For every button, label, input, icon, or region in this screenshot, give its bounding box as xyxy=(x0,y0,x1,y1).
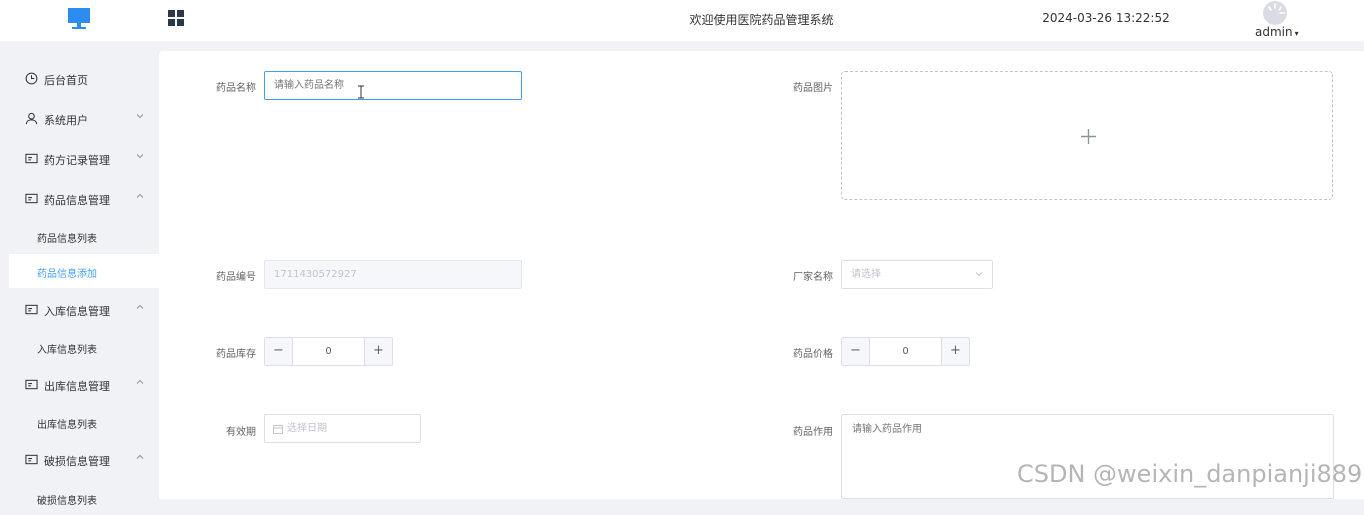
sidebar-item-label: 入库信息管理 xyxy=(44,305,110,318)
grid-icon[interactable] xyxy=(168,10,184,26)
expiry-date-picker[interactable]: 选择日期 xyxy=(264,414,421,443)
sidebar-item-label: 系统用户 xyxy=(44,114,88,127)
caret-down-icon: ▾ xyxy=(1294,29,1299,38)
sidebar-item-drug-info[interactable]: 药品信息管理 xyxy=(0,180,159,218)
sidebar-item-damage[interactable]: 破损信息管理 xyxy=(0,441,159,479)
vendor-select[interactable]: 请选择 xyxy=(841,260,993,289)
username: admin xyxy=(1255,25,1293,39)
user-dropdown[interactable]: admin ▾ xyxy=(1255,25,1299,39)
vendor-placeholder: 请选择 xyxy=(851,269,881,280)
sidebar-subitem-drug-list[interactable]: 药品信息列表 xyxy=(9,219,159,253)
name-label: 药品名称 xyxy=(216,83,256,94)
drug-name-input[interactable] xyxy=(264,71,522,100)
stock-value[interactable]: 0 xyxy=(294,338,363,365)
sidebar-item-system-users[interactable]: 系统用户 xyxy=(0,100,159,138)
price-stepper[interactable]: − 0 + xyxy=(841,337,970,366)
code-label: 药品编号 xyxy=(216,272,256,283)
stock-decrement-button[interactable]: − xyxy=(265,338,293,365)
sidebar-item-label: 出库信息管理 xyxy=(44,380,110,393)
clock-icon xyxy=(25,72,38,85)
card-icon xyxy=(25,193,38,204)
sidebar-item-stock-in[interactable]: 入库信息管理 xyxy=(0,291,159,329)
price-increment-button[interactable]: + xyxy=(941,338,969,365)
monitor-icon[interactable] xyxy=(67,7,91,31)
expiry-label: 有效期 xyxy=(226,427,256,438)
sidebar-subitem-label: 药品信息添加 xyxy=(37,269,97,280)
effect-label: 药品作用 xyxy=(793,427,833,438)
sidebar-subitem-label: 出库信息列表 xyxy=(37,420,97,431)
image-upload[interactable] xyxy=(841,71,1333,200)
watermark: CSDN @weixin_danpianji889 xyxy=(1017,460,1363,488)
expiry-placeholder: 选择日期 xyxy=(287,423,327,434)
top-bar: 欢迎使用医院药品管理系统 2024-03-26 13:22:52 admin ▾ xyxy=(0,0,1364,41)
card-icon xyxy=(25,304,38,315)
card-icon xyxy=(25,454,38,465)
calendar-icon xyxy=(273,424,283,434)
sidebar-subitem-drug-add[interactable]: 药品信息添加 xyxy=(9,254,159,288)
sidebar: 后台首页 系统用户 药方记录管理 药品信息管理 药品信息列表 药品信息添加 入库… xyxy=(0,41,159,507)
stock-stepper[interactable]: − 0 + xyxy=(264,337,393,366)
vendor-label: 厂家名称 xyxy=(793,272,833,283)
sidebar-item-label: 破损信息管理 xyxy=(44,455,110,468)
sidebar-subitem-label: 入库信息列表 xyxy=(37,345,97,356)
sidebar-item-label: 药品信息管理 xyxy=(44,194,110,207)
sidebar-item-prescriptions[interactable]: 药方记录管理 xyxy=(0,140,159,178)
image-label: 药品图片 xyxy=(793,83,833,94)
plus-icon xyxy=(1081,129,1096,144)
chevron-down-icon xyxy=(136,114,144,119)
avatar[interactable] xyxy=(1263,1,1287,25)
chevron-down-icon xyxy=(975,272,983,277)
card-icon xyxy=(25,153,38,164)
sidebar-item-label: 药方记录管理 xyxy=(44,154,110,167)
stock-increment-button[interactable]: + xyxy=(364,338,392,365)
loading-avatar-icon xyxy=(1268,3,1285,14)
card-icon xyxy=(25,379,38,390)
chevron-up-icon xyxy=(136,379,144,384)
sidebar-item-stock-out[interactable]: 出库信息管理 xyxy=(0,366,159,404)
sidebar-subitem-stock-out-list[interactable]: 出库信息列表 xyxy=(9,405,159,439)
page-title: 欢迎使用医院药品管理系统 xyxy=(689,13,834,27)
text-cursor-icon xyxy=(358,85,364,99)
price-decrement-button[interactable]: − xyxy=(842,338,870,365)
sidebar-subitem-damage-list[interactable]: 破损信息列表 xyxy=(9,481,159,515)
sidebar-subitem-stock-in-list[interactable]: 入库信息列表 xyxy=(9,330,159,364)
chevron-up-icon xyxy=(136,193,144,198)
user-icon xyxy=(25,112,38,125)
chevron-up-icon xyxy=(136,454,144,459)
price-label: 药品价格 xyxy=(793,349,833,360)
sidebar-item-label: 后台首页 xyxy=(44,74,88,87)
sidebar-subitem-label: 破损信息列表 xyxy=(37,496,97,507)
chevron-up-icon xyxy=(136,304,144,309)
price-value[interactable]: 0 xyxy=(871,338,940,365)
chevron-down-icon xyxy=(136,154,144,159)
sidebar-subitem-label: 药品信息列表 xyxy=(37,234,97,245)
sidebar-item-home[interactable]: 后台首页 xyxy=(0,60,159,98)
stock-label: 药品库存 xyxy=(216,349,256,360)
datetime-display: 2024-03-26 13:22:52 xyxy=(1042,11,1170,25)
drug-code-input xyxy=(264,260,522,289)
